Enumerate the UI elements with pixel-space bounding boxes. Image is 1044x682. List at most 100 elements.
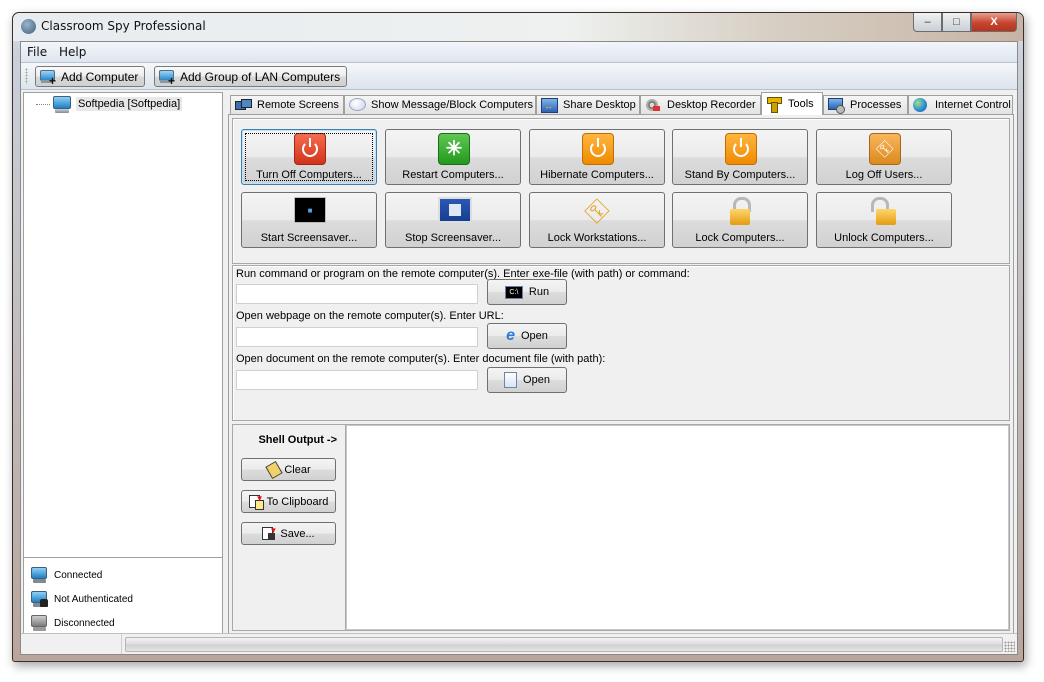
add-computer-label: Add Computer — [61, 69, 139, 84]
window-title: Classroom Spy Professional — [41, 19, 206, 33]
computer-locked-icon — [30, 591, 48, 609]
toolbar-grip[interactable] — [25, 68, 28, 84]
tab-tools[interactable]: Tools — [761, 92, 823, 115]
tab-share-desktop[interactable]: ↔ Share Desktop — [536, 95, 640, 114]
legend-label: Disconnected — [54, 618, 115, 629]
client-area: File Help + Add Computer + Add Group of … — [20, 41, 1018, 655]
clear-button-label: Clear — [284, 463, 311, 476]
stop-screensaver-button[interactable]: Stop Screensaver... — [385, 192, 521, 248]
save-disk-icon: ▼ — [262, 526, 277, 541]
drill-icon — [766, 97, 782, 113]
lock-workstations-button[interactable]: ⚿ Lock Workstations... — [529, 192, 665, 248]
lock-computers-button[interactable]: Lock Computers... — [672, 192, 808, 248]
minimize-icon: – — [924, 16, 931, 28]
title-bar[interactable]: Classroom Spy Professional – □ X — [13, 13, 1023, 41]
run-button-label: Run — [528, 286, 550, 298]
clipboard-icon: ▼ — [248, 494, 264, 510]
monitors-icon — [235, 98, 252, 112]
tab-label: Share Desktop — [563, 99, 636, 111]
tab-label: Tools — [788, 98, 814, 110]
tab-label: Remote Screens — [257, 99, 339, 111]
tree-connector — [36, 104, 50, 105]
button-label: Unlock Computers... — [834, 232, 934, 244]
tab-processes[interactable]: Processes — [823, 95, 908, 114]
open-webpage-button[interactable]: e Open — [487, 323, 567, 349]
menu-file[interactable]: File — [27, 45, 47, 59]
padlock-closed-icon — [725, 196, 755, 226]
unlock-computers-button[interactable]: Unlock Computers... — [816, 192, 952, 248]
run-command-label: Run command or program on the remote com… — [236, 268, 690, 280]
button-label: Hibernate Computers... — [540, 169, 654, 181]
run-command-input[interactable] — [236, 284, 478, 304]
app-window: Classroom Spy Professional – □ X File He… — [12, 12, 1024, 662]
key-orange-icon: ⚿ — [869, 133, 901, 165]
add-computer-icon: + — [40, 69, 56, 87]
tree-item[interactable]: Softpedia [Softpedia] — [24, 93, 222, 115]
stand-by-computers-button[interactable]: Stand By Computers... — [672, 129, 808, 185]
screensaver-stop-icon — [438, 197, 472, 223]
film-reel-icon — [645, 98, 661, 112]
tab-strip: Remote Screens Show Message/Block Comput… — [228, 92, 1014, 115]
power-tools-group: Turn Off Computers... ✳ Restart Computer… — [232, 118, 1010, 264]
add-group-button[interactable]: + Add Group of LAN Computers — [154, 66, 348, 87]
menu-help[interactable]: Help — [59, 45, 86, 59]
internet-explorer-icon: e — [506, 327, 515, 344]
button-label: Lock Computers... — [695, 232, 785, 244]
computer-connected-icon — [30, 567, 48, 585]
document-path-input[interactable] — [236, 370, 478, 390]
run-button[interactable]: C:\ Run — [487, 279, 567, 305]
console-icon: C:\ — [504, 285, 523, 299]
shell-controls: Shell Output -> Clear ▼ To Clipboard ▼ S… — [233, 425, 346, 630]
close-button[interactable]: X — [971, 13, 1017, 32]
main-panel: Remote Screens Show Message/Block Comput… — [228, 92, 1014, 646]
resize-grip[interactable] — [1004, 641, 1015, 652]
power-red-icon — [294, 133, 326, 165]
tab-internet-control[interactable]: Internet Control — [908, 95, 1013, 114]
log-off-users-button[interactable]: ⚿ Log Off Users... — [816, 129, 952, 185]
to-clipboard-button-label: To Clipboard — [266, 495, 329, 508]
url-input[interactable] — [236, 327, 478, 347]
hibernate-computers-button[interactable]: Hibernate Computers... — [529, 129, 665, 185]
add-computer-button[interactable]: + Add Computer — [35, 66, 146, 87]
start-screensaver-button[interactable]: ■ Start Screensaver... — [241, 192, 377, 248]
power-orange-icon — [582, 133, 614, 165]
clear-button[interactable]: Clear — [241, 458, 336, 481]
tab-remote-screens[interactable]: Remote Screens — [230, 95, 344, 114]
turn-off-computers-button[interactable]: Turn Off Computers... — [241, 129, 377, 185]
add-group-icon: + — [159, 69, 175, 87]
save-button-label: Save... — [280, 527, 315, 540]
maximize-icon: □ — [953, 16, 960, 28]
save-button[interactable]: ▼ Save... — [241, 522, 336, 545]
tab-show-message[interactable]: Show Message/Block Computers — [344, 95, 536, 114]
open-webpage-button-label: Open — [520, 330, 548, 342]
computer-connected-icon — [52, 96, 72, 114]
tools-tab-panel: Turn Off Computers... ✳ Restart Computer… — [228, 114, 1014, 646]
shell-output-area[interactable] — [346, 425, 1009, 630]
processes-icon — [828, 98, 845, 114]
toolbar: + Add Computer + Add Group of LAN Comput… — [21, 63, 1017, 90]
app-logo-icon — [21, 19, 36, 34]
button-label: Stand By Computers... — [684, 169, 796, 181]
button-label: Stop Screensaver... — [405, 232, 501, 244]
legend-label: Not Authenticated — [54, 594, 133, 605]
shell-output-group: Shell Output -> Clear ▼ To Clipboard ▼ S… — [232, 424, 1010, 631]
button-label: Lock Workstations... — [547, 232, 647, 244]
open-document-button[interactable]: Open — [487, 367, 567, 393]
open-document-button-label: Open — [523, 374, 550, 386]
screensaver-start-icon: ■ — [294, 197, 326, 223]
standby-orange-icon — [725, 133, 757, 165]
tab-desktop-recorder[interactable]: Desktop Recorder — [640, 95, 761, 114]
computer-tree-pane: Softpedia [Softpedia] Connected Not Auth… — [23, 92, 223, 648]
speech-bubble-icon — [349, 98, 366, 112]
legend-divider — [24, 557, 222, 558]
menu-bar: File Help — [21, 42, 1017, 63]
button-label: Start Screensaver... — [260, 232, 358, 244]
to-clipboard-button[interactable]: ▼ To Clipboard — [241, 490, 336, 513]
restart-computers-button[interactable]: ✳ Restart Computers... — [385, 129, 521, 185]
remote-command-group: Run command or program on the remote com… — [232, 265, 1010, 421]
broom-icon — [265, 460, 284, 479]
button-label: Log Off Users... — [845, 169, 923, 181]
minimize-button[interactable]: – — [913, 13, 942, 32]
globe-icon — [913, 98, 929, 112]
maximize-button[interactable]: □ — [942, 13, 971, 32]
